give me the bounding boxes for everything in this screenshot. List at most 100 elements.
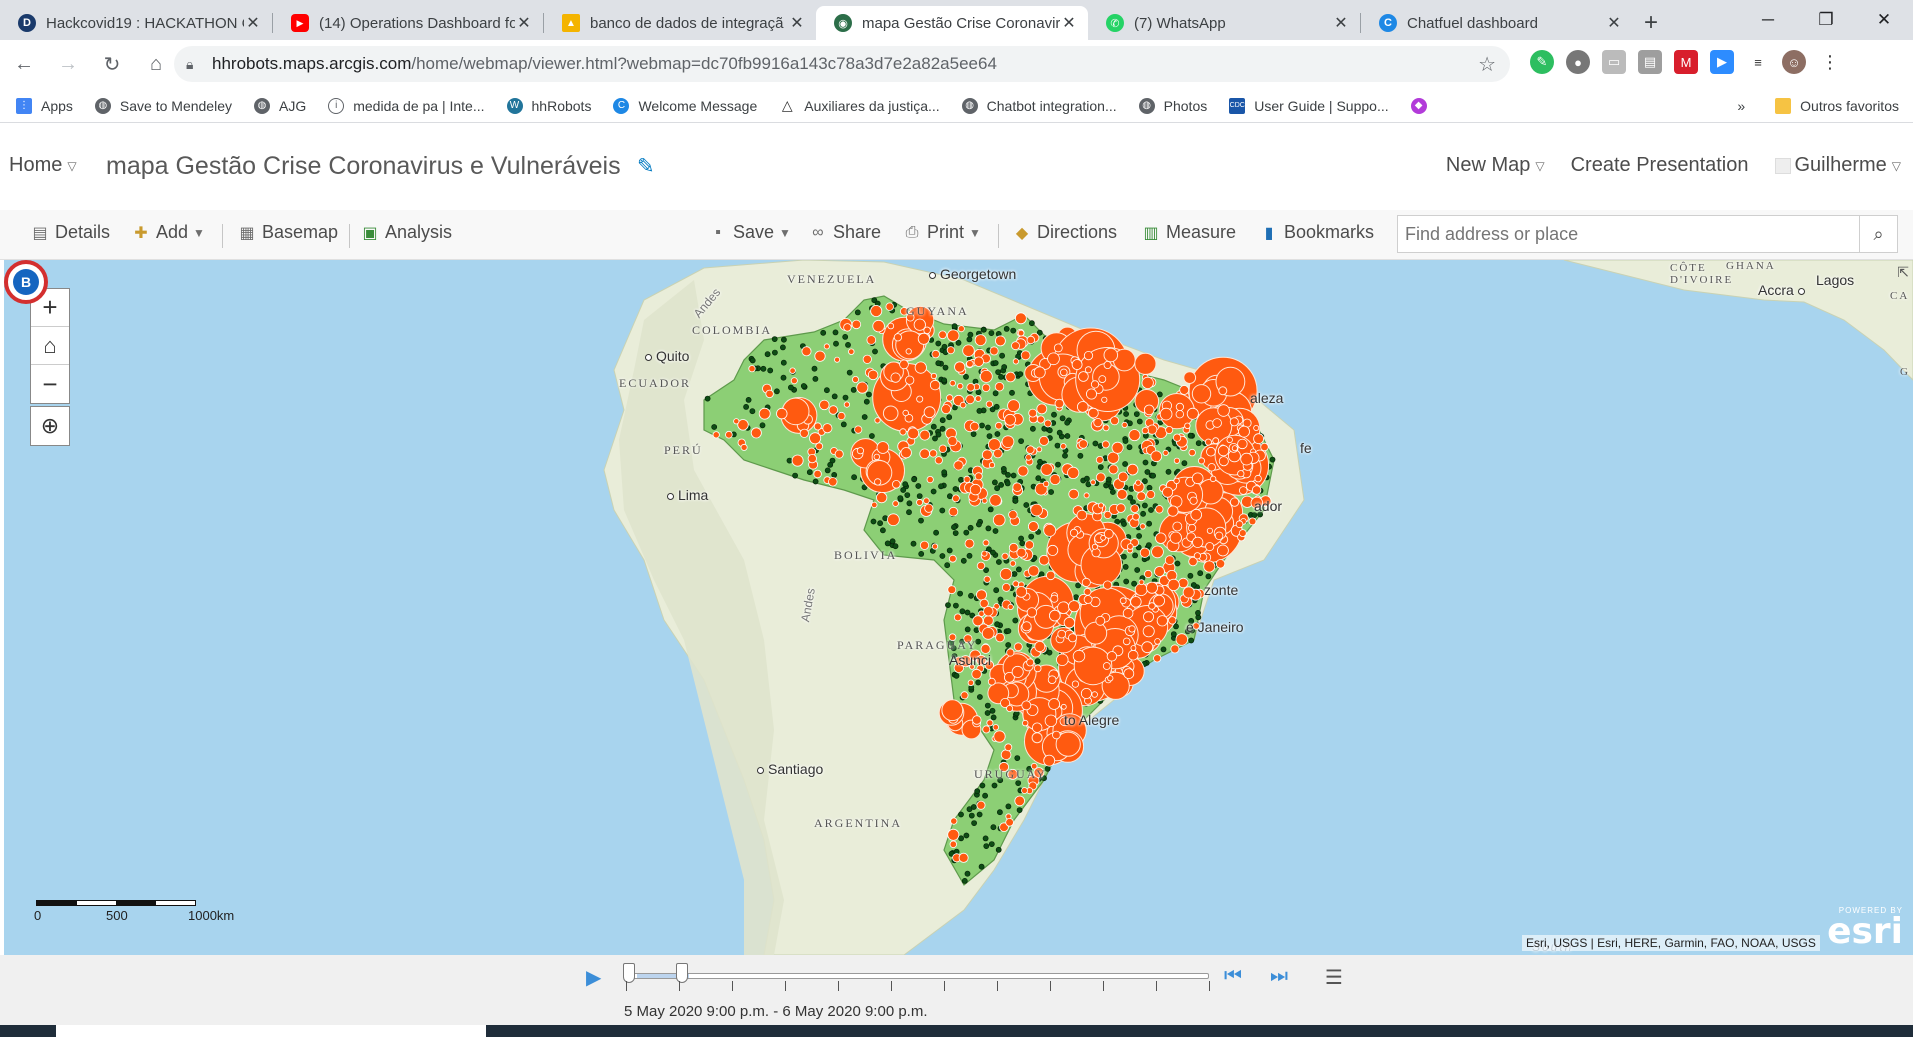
address-bar[interactable]: 🔒︎ hhrobots.maps.arcgis.com/home/webmap/… (174, 46, 1510, 82)
close-tab-icon[interactable]: ✕ (515, 13, 533, 33)
previous-step-icon[interactable]: ⏮ (1224, 965, 1242, 988)
bookmarks-button[interactable]: ▮ Bookmarks (1259, 222, 1374, 243)
covid-case-bubble (1238, 529, 1247, 538)
share-button[interactable]: ∞ Share (808, 222, 881, 243)
new-tab-button[interactable]: + (1633, 6, 1669, 40)
bookmark-item[interactable]: ◆ (1410, 97, 1436, 114)
next-step-icon[interactable]: ⏭ (1270, 965, 1288, 988)
maximize-icon[interactable]: ❐ (1797, 0, 1855, 40)
vulnerable-point-marker (788, 384, 794, 391)
esri-logo[interactable]: POWERED BY esri (1827, 906, 1903, 950)
covid-case-bubble (1069, 528, 1079, 537)
browser-tab-active[interactable]: ◉ mapa Gestão Crise Coronavir ✕ (816, 6, 1088, 40)
covid-case-bubble (957, 325, 965, 333)
browser-tab[interactable]: D Hackcovid19 : HACKATHON C ✕ (0, 6, 272, 40)
profile-avatar[interactable]: ☺ (1782, 50, 1806, 74)
covid-case-bubble (1191, 472, 1204, 485)
vulnerable-point-marker (984, 710, 991, 716)
browser-tab[interactable]: ▲ banco de dados de integraçã ✕ (544, 6, 816, 40)
edit-pencil-icon[interactable]: ✎ (637, 154, 655, 179)
home-menu[interactable]: Home ▽ (9, 154, 77, 177)
reload-icon[interactable]: ↻ (92, 45, 132, 85)
browser-tab[interactable]: ▶ (14) Operations Dashboard fo ✕ (273, 6, 543, 40)
covid-case-bubble (954, 361, 966, 373)
playlist-extension-icon[interactable]: ≡ (1746, 50, 1770, 74)
covid-case-bubble (758, 407, 771, 420)
route-point-b-icon[interactable]: B (4, 260, 48, 304)
other-bookmarks-folder[interactable]: Outros favoritos (1775, 97, 1899, 114)
vulnerable-point-marker (1142, 459, 1149, 466)
play-icon[interactable]: ▶ (586, 965, 601, 990)
extensions-area: ✎ ● ▭ ▤ M ▶ ≡ ☺ ⋮ (1530, 50, 1842, 74)
create-presentation-link[interactable]: Create Presentation (1571, 154, 1749, 177)
details-button[interactable]: ▤ Details (30, 222, 110, 243)
bookmark-item[interactable]: ◍ AJG (254, 97, 306, 114)
covid-case-bubble (1190, 509, 1202, 521)
back-arrow-icon[interactable]: ← (4, 45, 44, 85)
bookmark-item[interactable]: CDC User Guide | Suppo... (1229, 97, 1389, 114)
time-slider-start-thumb[interactable] (623, 963, 635, 983)
bookmark-apps[interactable]: ⋮ Apps (16, 97, 73, 114)
measure-button[interactable]: ▥ Measure (1141, 222, 1236, 243)
close-tab-icon[interactable]: ✕ (1060, 13, 1078, 33)
circle-extension-icon[interactable]: ● (1566, 50, 1590, 74)
vulnerable-point-marker (854, 309, 861, 316)
print-button[interactable]: ⎙ Print ▼ (902, 222, 981, 243)
map-canvas[interactable] (4, 260, 1913, 955)
bookmark-item[interactable]: ◍ Save to Mendeley (94, 97, 232, 114)
search-input[interactable] (1398, 216, 1858, 252)
zoom-extension-icon[interactable]: ▶ (1710, 50, 1734, 74)
browser-tab[interactable]: C Chatfuel dashboard ✕ (1361, 6, 1633, 40)
home-extent-button[interactable]: ⌂ (31, 327, 69, 365)
document-extension-icon[interactable]: ▤ (1638, 50, 1662, 74)
covid-case-bubble (1043, 523, 1057, 537)
map-attribution[interactable]: Esri, USGS | Esri, HERE, Garmin, FAO, NO… (1522, 935, 1820, 951)
add-button[interactable]: ✚ Add ▼ (131, 222, 205, 243)
bookmark-item[interactable]: i medida de pa | Inte... (328, 97, 485, 114)
new-map-label: New Map (1445, 154, 1531, 176)
close-tab-icon[interactable]: ✕ (1605, 13, 1623, 33)
expand-panel-icon[interactable]: ⇱ (1897, 264, 1909, 281)
locate-button[interactable]: ⊕ (30, 406, 70, 446)
bookmarks-overflow-button[interactable]: » (1737, 98, 1745, 114)
close-window-icon[interactable]: ✕ (1855, 0, 1913, 40)
slider-options-icon[interactable]: ☰ (1325, 965, 1343, 990)
basemap-button[interactable]: ▦ Basemap (237, 222, 338, 243)
minimize-icon[interactable]: ─ (1739, 0, 1797, 40)
time-slider-end-thumb[interactable] (676, 963, 688, 983)
user-menu[interactable]: Guilherme ▽ (1774, 154, 1901, 177)
bookmark-item[interactable]: C Welcome Message (613, 97, 757, 114)
covid-case-bubble (870, 305, 883, 318)
close-tab-icon[interactable]: ✕ (244, 13, 262, 33)
bookmark-item[interactable]: WhhRobots (506, 97, 591, 114)
bookmark-item[interactable]: ◍ Photos (1138, 97, 1207, 114)
covid-case-bubble (1178, 577, 1189, 589)
search-icon[interactable]: ⌕ (1859, 216, 1897, 252)
new-map-menu[interactable]: New Map ▽ (1446, 154, 1545, 177)
bookmark-item[interactable]: △ Auxiliares da justiça... (779, 97, 940, 114)
home-icon[interactable]: ⌂ (136, 45, 176, 85)
kebab-menu-icon[interactable]: ⋮ (1818, 50, 1842, 74)
forward-arrow-icon[interactable]: → (48, 45, 88, 85)
bookmark-item[interactable]: ◍ Chatbot integration... (961, 97, 1117, 114)
vulnerable-point-marker (915, 483, 922, 489)
save-button[interactable]: ▪ Save ▼ (708, 222, 791, 243)
bookmark-star-icon[interactable]: ☆ (1478, 52, 1496, 77)
close-tab-icon[interactable]: ✕ (1332, 13, 1350, 33)
covid-case-bubble (947, 436, 958, 447)
vulnerable-point-marker (980, 326, 987, 333)
browser-tab[interactable]: ✆ (7) WhatsApp ✕ (1088, 6, 1360, 40)
close-tab-icon[interactable]: ✕ (788, 13, 806, 33)
mendeley-extension-icon[interactable]: M (1674, 50, 1698, 74)
vulnerable-point-marker (994, 431, 1001, 437)
map-view[interactable]: VENEZUELA Georgetown GUYANA COLOMBIA Qui… (4, 260, 1913, 955)
time-slider-track[interactable] (626, 973, 1209, 979)
evernote-extension-icon[interactable]: ✎ (1530, 50, 1554, 74)
covid-case-bubble (931, 543, 939, 550)
city-name: Georgetown (940, 266, 1017, 282)
directions-button[interactable]: ◆ Directions (1012, 222, 1117, 243)
analysis-button[interactable]: ▣ Analysis (360, 222, 452, 243)
zoom-out-button[interactable]: − (31, 365, 69, 403)
covid-case-bubble (1188, 448, 1196, 457)
cast-extension-icon[interactable]: ▭ (1602, 50, 1626, 74)
